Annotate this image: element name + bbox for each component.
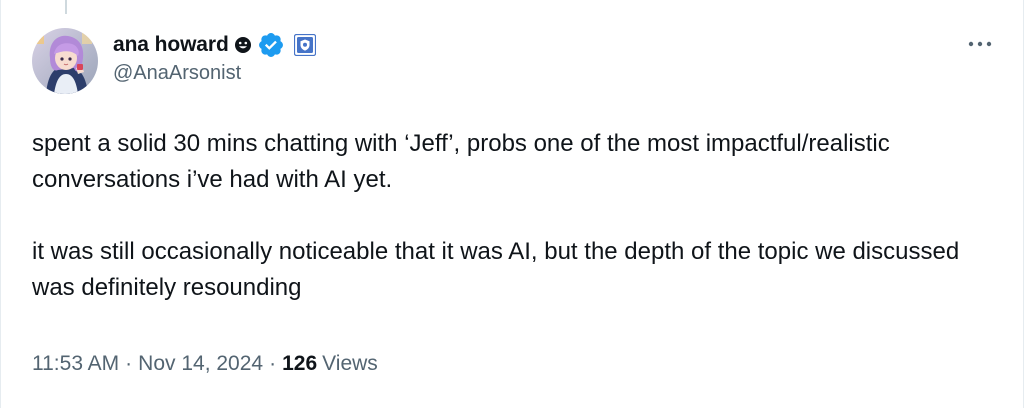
views-count: 126	[282, 352, 318, 375]
tweet-body: spent a solid 30 mins chatting with ‘Jef…	[32, 126, 982, 306]
meta-separator: ·	[269, 352, 277, 375]
tweet-header: ana howard @AnaArsonist	[113, 30, 316, 85]
author-display-name[interactable]: ana howard	[113, 33, 229, 57]
tweet-time[interactable]: 11:53 AM	[32, 352, 119, 376]
tweet-date[interactable]: Nov 14, 2024	[138, 352, 263, 376]
tweet-card: ana howard @AnaArsonist spent a solid 30…	[0, 0, 1024, 408]
meta-separator: ·	[125, 352, 133, 375]
tweet-paragraph-1: spent a solid 30 mins chatting with ‘Jef…	[32, 130, 890, 193]
tweet-paragraph-2: it was still occasionally noticeable tha…	[32, 238, 960, 301]
smiley-emoji-icon	[234, 36, 252, 54]
more-options-icon[interactable]	[967, 34, 993, 54]
verified-badge-icon[interactable]	[257, 31, 285, 59]
affiliate-badge-icon[interactable]	[293, 34, 316, 56]
views-label: Views	[322, 352, 378, 375]
author-name-row: ana howard	[113, 30, 316, 60]
author-handle[interactable]: @AnaArsonist	[113, 62, 316, 85]
author-avatar[interactable]	[32, 28, 98, 94]
tweet-meta: 11:53 AM · Nov 14, 2024 · 126 Views	[32, 352, 378, 376]
thread-connector-line	[65, 0, 67, 14]
